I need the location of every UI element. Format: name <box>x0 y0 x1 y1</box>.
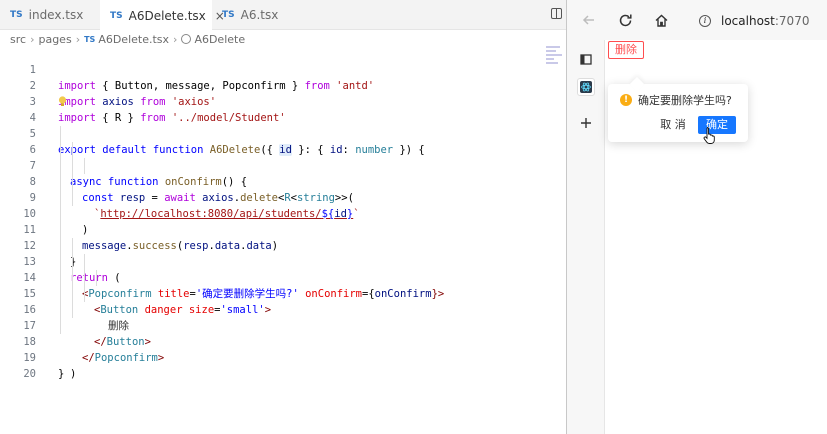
info-icon[interactable]: i <box>699 15 711 27</box>
address-bar[interactable]: i localhost:7070 <box>687 9 827 33</box>
popconfirm-arrow <box>629 76 645 92</box>
back-icon[interactable] <box>579 10 599 30</box>
code-line: 10 message.success(resp.data.data) <box>0 190 566 252</box>
tab-a6delete[interactable]: TS A6Delete.tsx × <box>100 0 225 31</box>
tab-index[interactable]: TS index.tsx <box>0 0 108 30</box>
code-area[interactable]: 1 import { Button, message, Popconfirm }… <box>0 46 566 380</box>
code-line: 8 `http://localhost:8080/api/students/${… <box>0 158 566 220</box>
tab-a6[interactable]: TS A6.tsx <box>212 0 292 30</box>
symbol-function-icon <box>181 34 192 44</box>
popconfirm-message: ! 确定要删除学生吗? <box>620 92 732 108</box>
breadcrumb-src[interactable]: src <box>10 33 26 46</box>
code-line: 20 <box>0 350 566 380</box>
react-devtools-icon[interactable] <box>577 78 595 96</box>
breadcrumb-pages[interactable]: pages <box>38 33 71 46</box>
code-line: 4 <box>0 94 566 124</box>
breadcrumb: src › pages › TS A6Delete.tsx › A6Delete <box>10 31 245 47</box>
page-content: 删除 ! 确定要删除学生吗? 取 消 确定 <box>606 40 827 434</box>
code-line: 7 const resp = await axios.delete<R<stri… <box>0 142 566 204</box>
code-line: 14 <Button danger size='small'> <box>0 254 566 316</box>
popconfirm: ! 确定要删除学生吗? 取 消 确定 <box>608 76 748 142</box>
tabs-icon[interactable] <box>577 50 595 68</box>
reload-icon[interactable] <box>615 10 635 30</box>
browser-sidebar <box>567 40 605 434</box>
browser-navbar: i localhost:7070 <box>567 0 827 40</box>
code-line: 17 </Popconfirm> <box>0 302 566 364</box>
typescript-icon: TS <box>222 10 235 20</box>
chevron-right-icon: › <box>30 32 35 46</box>
tab-label: A6Delete.tsx <box>128 8 206 23</box>
tab-label: A6.tsx <box>240 8 279 22</box>
code-line: 19 } <box>0 334 566 380</box>
code-line: 16 </Button> <box>0 286 566 348</box>
cancel-button[interactable]: 取 消 <box>654 116 692 134</box>
browser-window: i localhost:7070 删除 ! 确定要删除学生吗? 取 消 确定 <box>567 0 827 434</box>
code-line: 13 <Popconfirm title='确定要删除学生吗?' onConfi… <box>0 238 566 300</box>
chevron-right-icon: › <box>75 32 81 46</box>
code-line: 6 async function onConfirm() { <box>0 126 566 188</box>
editor-tab-bar: TS index.tsx TS A6Delete.tsx × TS A6.tsx <box>0 0 566 31</box>
code-line: 18 ) <box>0 318 566 380</box>
plus-icon[interactable] <box>577 114 595 132</box>
url-text: localhost:7070 <box>721 14 810 28</box>
breadcrumb-symbol[interactable]: A6Delete <box>194 33 245 46</box>
code-line: 3 import { R } from '../model/Student' <box>0 78 566 124</box>
code-editor[interactable]: TS index.tsx TS A6Delete.tsx × TS A6.tsx… <box>0 0 566 434</box>
typescript-icon: TS <box>10 10 23 20</box>
code-line: 15 删除 <box>0 270 566 332</box>
code-line: 1 import { Button, message, Popconfirm }… <box>0 46 566 92</box>
tab-label: index.tsx <box>28 8 84 22</box>
warning-icon: ! <box>620 94 632 106</box>
code-line: 2 import axios from 'axios' <box>0 62 566 108</box>
line-number: 20 <box>23 368 36 380</box>
code-line: 5 export default function A6Delete({ id … <box>0 110 566 156</box>
home-icon[interactable] <box>651 10 671 30</box>
code-line: 9 ) <box>0 174 566 236</box>
popconfirm-title: 确定要删除学生吗? <box>638 94 732 107</box>
split-editor-icon[interactable] <box>551 8 562 19</box>
chevron-right-icon: › <box>173 32 178 46</box>
delete-button[interactable]: 删除 <box>608 41 644 59</box>
typescript-icon: TS <box>110 10 123 21</box>
hand-cursor-icon <box>703 127 715 144</box>
lightbulb-icon[interactable] <box>58 96 67 107</box>
typescript-icon: TS <box>84 34 96 44</box>
code-line: 11 } <box>0 206 566 268</box>
breadcrumb-file[interactable]: A6Delete.tsx <box>98 33 169 46</box>
code-line: 12 return ( <box>0 222 566 284</box>
